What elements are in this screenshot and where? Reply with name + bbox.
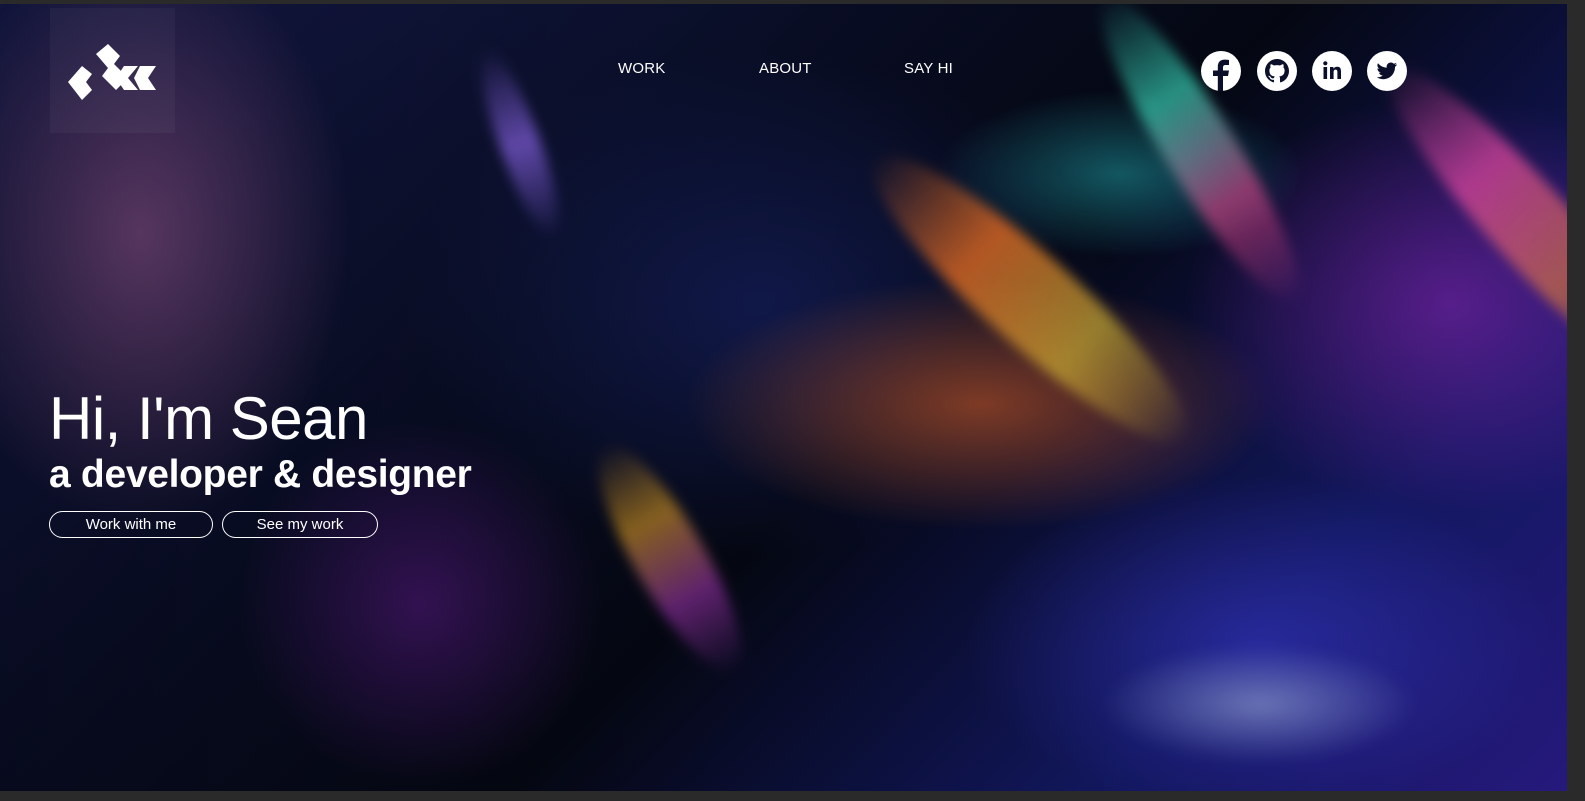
nav-link-about[interactable]: ABOUT: [759, 60, 812, 77]
browser-viewport: WORK ABOUT SAY HI Hi, I'm Sean a develop…: [0, 0, 1585, 801]
twitter-icon[interactable]: [1367, 51, 1407, 91]
work-with-me-button[interactable]: Work with me: [49, 511, 213, 538]
linkedin-icon[interactable]: [1312, 51, 1352, 91]
hero-headline: Hi, I'm Sean: [49, 385, 368, 452]
logo-mark-icon: [68, 44, 156, 100]
facebook-icon[interactable]: [1201, 51, 1241, 91]
hero-section: WORK ABOUT SAY HI Hi, I'm Sean a develop…: [0, 4, 1567, 791]
nav-link-say-hi[interactable]: SAY HI: [904, 60, 953, 77]
see-my-work-button[interactable]: See my work: [222, 511, 378, 538]
site-logo[interactable]: [50, 8, 175, 133]
hero-subheadline: a developer & designer: [49, 453, 472, 496]
nav-link-work[interactable]: WORK: [618, 60, 665, 77]
github-icon[interactable]: [1257, 51, 1297, 91]
